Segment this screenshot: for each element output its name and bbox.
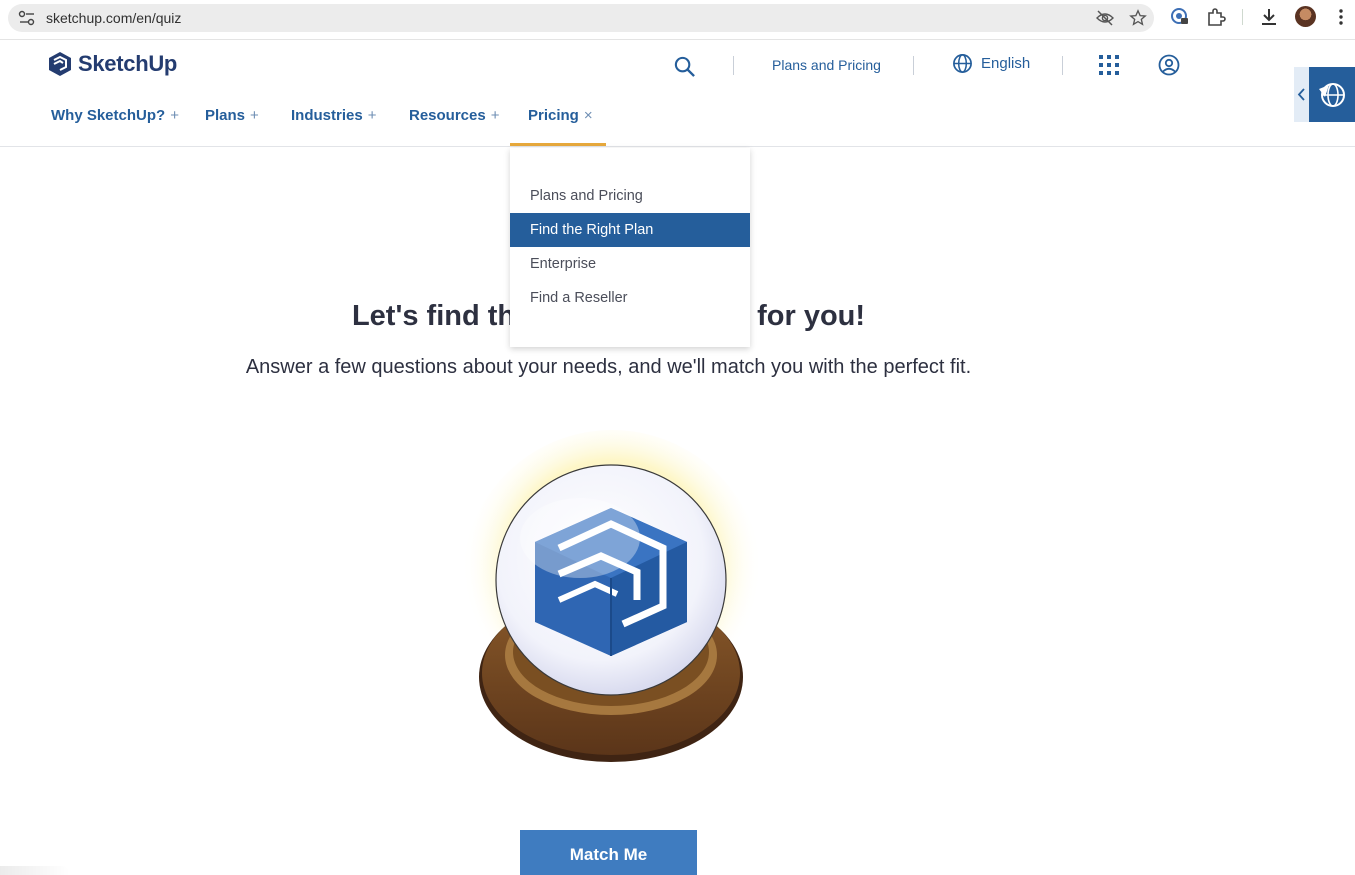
plans-and-pricing-label: Plans and Pricing xyxy=(772,57,881,73)
nav-why-sketchup[interactable]: Why SketchUp? + xyxy=(51,107,205,124)
url-text[interactable]: sketchup.com/en/quiz xyxy=(46,10,181,26)
sketchup-logo-icon xyxy=(49,52,71,76)
plus-icon: + xyxy=(490,107,500,124)
dropdown-item-enterprise[interactable]: Enterprise xyxy=(510,247,750,281)
nav-label: Pricing xyxy=(528,107,579,124)
language-label: English xyxy=(981,55,1031,72)
plans-and-pricing-link[interactable]: Plans and Pricing xyxy=(772,57,881,73)
site-info-icon[interactable] xyxy=(18,10,36,26)
primary-nav: Why SketchUp? + Plans + Industries + Resour… xyxy=(51,107,593,124)
search-icon[interactable] xyxy=(673,55,696,78)
extensions-icon[interactable] xyxy=(1206,7,1226,27)
nav-plans[interactable]: Plans + xyxy=(205,107,291,124)
apps-grid-icon[interactable] xyxy=(1098,54,1120,76)
plus-icon: + xyxy=(367,107,377,124)
side-panel-toggle[interactable] xyxy=(1294,67,1309,122)
plus-icon: + xyxy=(170,107,179,124)
account-icon[interactable] xyxy=(1158,54,1180,76)
nav-label: Why SketchUp? xyxy=(51,107,166,124)
pricing-dropdown-menu: Plans and Pricing Find the Right Plan En… xyxy=(510,148,750,347)
more-vert-icon[interactable] xyxy=(1331,7,1351,27)
utility-separator xyxy=(733,56,734,75)
dropdown-item-plans-and-pricing[interactable]: Plans and Pricing xyxy=(510,179,750,213)
bottom-edge-shadow xyxy=(0,866,70,875)
utility-separator xyxy=(1062,56,1063,75)
dropdown-item-find-a-reseller[interactable]: Find a Reseller xyxy=(510,281,750,315)
page-title-start: Let's find th xyxy=(351,300,516,332)
nav-label: Resources xyxy=(409,107,486,124)
plus-icon: + xyxy=(250,107,259,124)
nav-industries[interactable]: Industries + xyxy=(291,107,409,124)
language-selector[interactable]: English xyxy=(952,53,1030,74)
toolbar-separator xyxy=(1242,9,1243,25)
crystal-ball-illustration xyxy=(462,430,762,762)
nav-pricing[interactable]: Pricing × xyxy=(528,107,593,124)
dropdown-item-find-the-right-plan[interactable]: Find the Right Plan xyxy=(510,213,750,247)
satellite-globe-icon xyxy=(1319,83,1345,107)
match-me-button[interactable]: Match Me xyxy=(520,830,697,875)
nav-label: Industries xyxy=(291,107,363,124)
avatar[interactable] xyxy=(1295,6,1316,27)
eye-off-icon[interactable] xyxy=(1096,10,1114,26)
logo-text: SketchUp xyxy=(78,51,178,76)
download-icon[interactable] xyxy=(1259,7,1279,27)
star-icon[interactable] xyxy=(1129,9,1147,27)
address-bar[interactable]: sketchup.com/en/quiz xyxy=(8,4,1154,32)
browser-toolbar: sketchup.com/en/quiz xyxy=(0,0,1355,40)
chevron-left-icon xyxy=(1297,88,1305,101)
page-subtitle: Answer a few questions about your needs,… xyxy=(245,356,972,378)
globe-icon xyxy=(953,54,972,73)
satellite-widget[interactable] xyxy=(1309,67,1355,122)
sketchup-logo[interactable]: SketchUp xyxy=(48,51,177,77)
header-divider xyxy=(0,146,1355,147)
utility-separator xyxy=(913,56,914,75)
page-title-end: for you! xyxy=(757,300,866,332)
nav-label: Plans xyxy=(205,107,246,124)
close-icon: × xyxy=(583,107,593,124)
nav-resources[interactable]: Resources + xyxy=(409,107,528,124)
password-manager-icon[interactable] xyxy=(1170,7,1190,27)
side-panel-tab[interactable] xyxy=(1294,67,1355,122)
